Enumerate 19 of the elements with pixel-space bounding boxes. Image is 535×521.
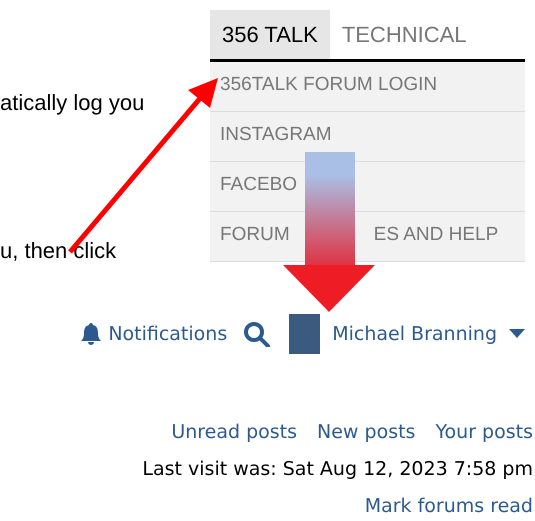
annotation-text: u, then click [0, 238, 118, 264]
last-visit-text: Last visit was: Sat Aug 12, 2023 7:58 pm [142, 457, 533, 482]
quick-link[interactable]: Unread posts [171, 414, 298, 451]
search-icon[interactable] [243, 321, 272, 347]
menu-item-label: FORUM [220, 224, 290, 247]
menu-item-label: INSTAGRAM [220, 124, 332, 147]
avatar-placeholder [289, 314, 320, 354]
bell-icon [80, 322, 102, 346]
annotation-text: atically log you [0, 90, 146, 116]
menu-item-label: ES AND HELP [374, 224, 498, 247]
user-menu-button[interactable]: Michael Branning [332, 320, 525, 348]
menu-item-label: FACEBO [220, 174, 298, 197]
notifications-button[interactable]: Notifications [80, 320, 228, 348]
quick-link[interactable]: New posts [317, 414, 416, 451]
menu-item-label: 356TALK FORUM LOGIN [220, 74, 438, 97]
caret-icon [509, 329, 525, 339]
mark-read-link[interactable]: Mark forums read [364, 488, 533, 521]
nav-tab[interactable]: 356 TALK [210, 10, 330, 59]
quick-link[interactable]: Your posts [435, 414, 533, 451]
